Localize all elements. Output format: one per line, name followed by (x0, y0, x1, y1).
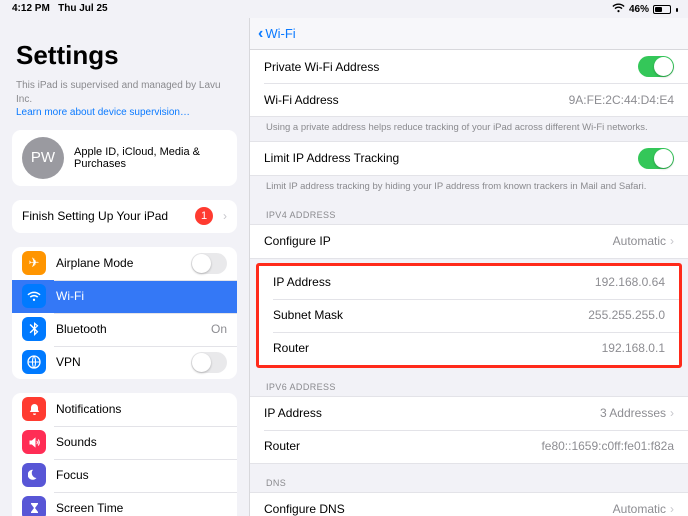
moon-icon (22, 463, 46, 487)
avatar: PW (22, 137, 64, 179)
wifi-icon (22, 284, 46, 308)
ipv4-highlight: IP Address 192.168.0.64 Subnet Mask 255.… (256, 263, 682, 368)
router-row: Router 192.168.0.1 (259, 332, 679, 365)
sidebar-item-wifi[interactable]: Wi-Fi (12, 280, 237, 313)
apple-id-row[interactable]: PW Apple ID, iCloud, Media & Purchases (12, 130, 237, 186)
vpn-icon (22, 350, 46, 374)
limit-ip-row[interactable]: Limit IP Address Tracking (250, 142, 688, 175)
sidebar-item-vpn[interactable]: VPN (12, 346, 237, 379)
ipv6-header: IPV6 ADDRESS (250, 378, 688, 396)
bluetooth-icon (22, 317, 46, 341)
subnet-mask-row: Subnet Mask 255.255.255.0 (259, 299, 679, 332)
finish-setup-row[interactable]: Finish Setting Up Your iPad 1 › (12, 200, 237, 233)
battery-percent: 46% (629, 4, 649, 15)
chevron-right-icon: › (670, 406, 674, 420)
status-time: 4:12 PM (12, 3, 50, 14)
supervision-link[interactable]: Learn more about device supervision… (16, 107, 190, 118)
private-wifi-note: Using a private address helps reduce tra… (250, 117, 688, 137)
sidebar-item-screentime[interactable]: Screen Time (12, 492, 237, 516)
sidebar-item-bluetooth[interactable]: Bluetooth On (12, 313, 237, 346)
private-wifi-row[interactable]: Private Wi-Fi Address (250, 50, 688, 83)
ip-address-row: IP Address 192.168.0.64 (259, 266, 679, 299)
airplane-toggle[interactable] (191, 253, 227, 274)
sidebar-item-focus[interactable]: Focus (12, 459, 237, 492)
wifi-icon (612, 3, 625, 16)
ipv4-header: IPV4 ADDRESS (250, 206, 688, 224)
limit-ip-note: Limit IP address tracking by hiding your… (250, 176, 688, 196)
apple-id-label: Apple ID, iCloud, Media & Purchases (74, 146, 227, 170)
chevron-left-icon: ‹ (258, 25, 263, 43)
wifi-address-row: Wi-Fi Address 9A:FE:2C:44:D4:E4 (250, 83, 688, 116)
chevron-right-icon: › (223, 209, 227, 223)
status-date: Thu Jul 25 (58, 3, 107, 14)
chevron-right-icon: › (670, 234, 674, 248)
detail-pane: ‹ Wi-Fi Private Wi-Fi Address Wi-Fi Addr… (249, 18, 688, 516)
sidebar-item-airplane[interactable]: ✈ Airplane Mode (12, 247, 237, 280)
limit-ip-toggle[interactable] (638, 148, 674, 169)
nav-bar: ‹ Wi-Fi (250, 18, 688, 50)
sidebar: Settings This iPad is supervised and man… (0, 18, 249, 516)
configure-dns-row[interactable]: Configure DNS Automatic› (250, 493, 688, 516)
page-title: Settings (16, 40, 237, 71)
speaker-icon (22, 430, 46, 454)
battery-icon (653, 5, 671, 14)
ipv6-router-row: Router fe80::1659:c0ff:fe01:f82a (250, 430, 688, 463)
private-wifi-toggle[interactable] (638, 56, 674, 77)
ipv6-address-row[interactable]: IP Address 3 Addresses› (250, 397, 688, 430)
sidebar-item-notifications[interactable]: Notifications (12, 393, 237, 426)
airplane-icon: ✈ (22, 251, 46, 275)
hourglass-icon (22, 496, 46, 516)
status-bar: 4:12 PM Thu Jul 25 46% (0, 0, 688, 18)
sidebar-item-sounds[interactable]: Sounds (12, 426, 237, 459)
back-button[interactable]: ‹ Wi-Fi (258, 25, 296, 43)
chevron-right-icon: › (670, 502, 674, 516)
configure-ip-row[interactable]: Configure IP Automatic› (250, 225, 688, 258)
dns-header: DNS (250, 474, 688, 492)
supervision-note: This iPad is supervised and managed by L… (16, 79, 233, 120)
bell-icon (22, 397, 46, 421)
finish-badge: 1 (195, 207, 213, 225)
vpn-toggle[interactable] (191, 352, 227, 373)
